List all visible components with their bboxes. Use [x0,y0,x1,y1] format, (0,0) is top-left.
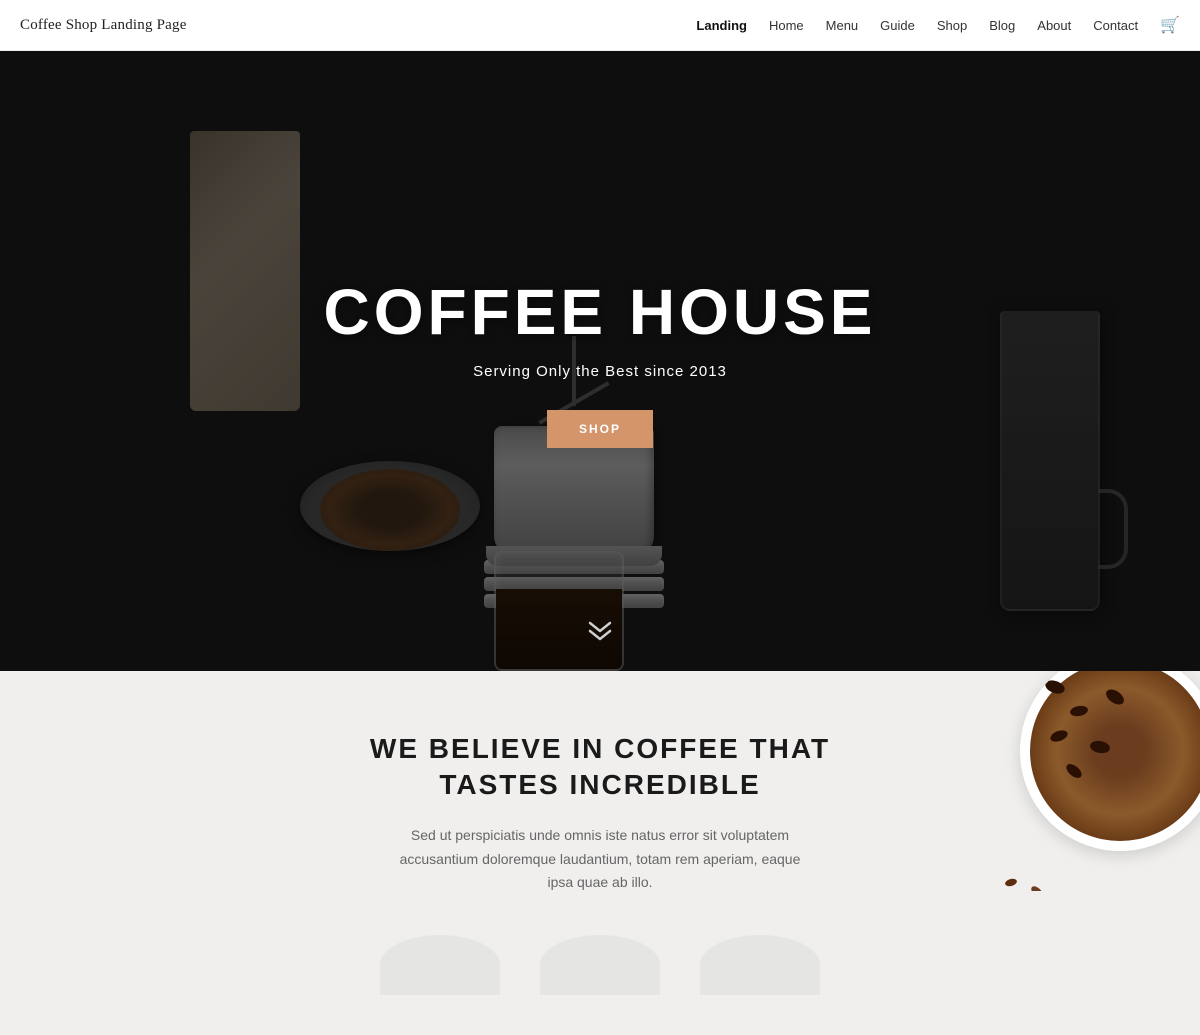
beans-bowl-decoration [1000,671,1200,891]
cart-icon[interactable]: 🛒 [1160,15,1180,35]
hero-title: COFFEE HOUSE [324,275,877,349]
circle-3 [700,935,820,995]
nav-item-blog[interactable]: Blog [989,18,1015,33]
header: Coffee Shop Landing Page Landing Home Me… [0,0,1200,51]
circle-2 [540,935,660,995]
nav-item-landing[interactable]: Landing [696,18,747,33]
circle-1 [380,935,500,995]
hero-section: COFFEE HOUSE Serving Only the Best since… [0,51,1200,671]
about-section: WE BELIEVE IN COFFEE THAT TASTES INCREDI… [0,671,1200,1035]
site-title: Coffee Shop Landing Page [20,17,187,34]
scroll-indicator[interactable] [586,621,614,647]
scattered-bean-2 [1004,878,1017,888]
nav-item-menu[interactable]: Menu [826,18,859,33]
hero-subtitle: Serving Only the Best since 2013 [324,363,877,380]
scattered-bean-3 [1029,884,1045,891]
bottom-circles [380,935,820,995]
main-nav: Landing Home Menu Guide Shop Blog About … [696,15,1180,35]
nav-item-guide[interactable]: Guide [880,18,915,33]
hero-cta-button[interactable]: SHOP [547,410,653,448]
beans-circle [1020,671,1200,851]
nav-item-home[interactable]: Home [769,18,804,33]
hero-content: COFFEE HOUSE Serving Only the Best since… [324,275,877,448]
nav-item-shop[interactable]: Shop [937,18,967,33]
about-title: WE BELIEVE IN COFFEE THAT TASTES INCREDI… [350,731,850,804]
nav-item-about[interactable]: About [1037,18,1071,33]
about-body: Sed ut perspiciatis unde omnis iste natu… [385,824,815,895]
nav-item-contact[interactable]: Contact [1093,18,1138,33]
